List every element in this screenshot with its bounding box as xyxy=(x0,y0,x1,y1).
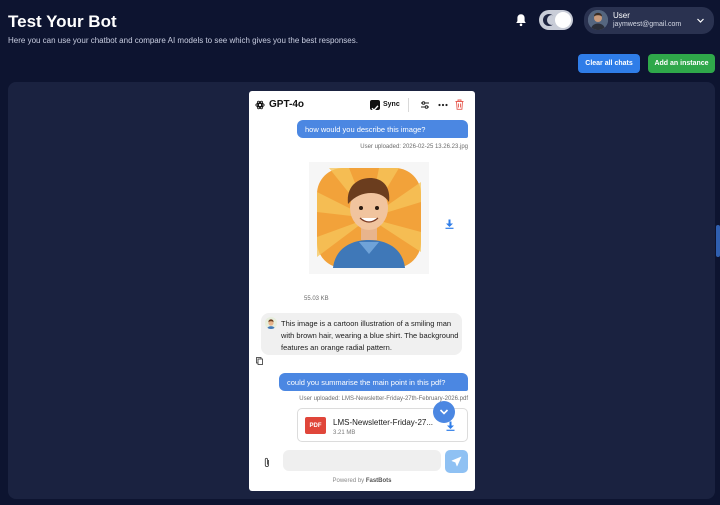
download-icon[interactable] xyxy=(445,219,454,229)
image-filesize: 55.03 KB xyxy=(304,296,329,302)
powered-by-brand[interactable]: FastBots xyxy=(366,478,392,484)
scrollbar[interactable] xyxy=(716,225,720,257)
user-menu[interactable]: User jaymwest@gmail.com xyxy=(584,7,714,34)
clear-all-chats-button[interactable]: Clear all chats xyxy=(578,54,640,73)
header-divider xyxy=(408,98,409,112)
send-icon xyxy=(451,456,462,467)
file-size: 3.21 MB xyxy=(333,430,356,436)
scroll-to-bottom-button[interactable] xyxy=(433,401,455,423)
message-input[interactable] xyxy=(283,450,441,471)
user-message: could you summarise the main point in th… xyxy=(279,373,468,391)
upload-meta: User uploaded: 2026-02-25 13.26.23.jpg xyxy=(360,144,468,150)
bot-avatar xyxy=(265,317,277,329)
copy-icon[interactable] xyxy=(256,357,263,365)
chevron-down-icon xyxy=(697,18,704,23)
user-name: User xyxy=(613,11,630,20)
file-name: LMS-Newsletter-Friday-27... xyxy=(333,418,434,427)
download-icon[interactable] xyxy=(446,421,455,431)
instance-header: GPT-4o Sync xyxy=(249,91,475,119)
theme-toggle[interactable] xyxy=(539,10,573,30)
openai-icon xyxy=(255,100,265,110)
sync-checkbox[interactable] xyxy=(370,100,380,112)
user-message: how would you describe this image? xyxy=(297,120,468,138)
more-icon[interactable] xyxy=(438,103,448,107)
bot-message-text: This image is a cartoon illustration of … xyxy=(281,319,459,352)
powered-by: Powered by FastBots xyxy=(249,478,475,484)
model-name[interactable]: GPT-4o xyxy=(269,99,304,110)
pdf-icon: PDF xyxy=(305,417,326,434)
trash-icon[interactable] xyxy=(455,99,464,110)
bot-message: This image is a cartoon illustration of … xyxy=(261,313,462,355)
chat-instance-card: GPT-4o Sync how would you describe this … xyxy=(249,91,475,491)
paperclip-icon[interactable] xyxy=(263,457,271,468)
send-button[interactable] xyxy=(445,450,468,473)
bell-icon[interactable] xyxy=(515,13,527,27)
sliders-icon[interactable] xyxy=(420,100,430,110)
powered-by-prefix: Powered by xyxy=(332,478,366,484)
moon-icon xyxy=(543,14,556,26)
page-title: Test Your Bot xyxy=(8,12,117,31)
arrow-down-icon xyxy=(439,409,449,415)
uploaded-image[interactable] xyxy=(309,162,429,274)
avatar xyxy=(588,10,608,30)
sync-label: Sync xyxy=(383,101,400,108)
toggle-knob xyxy=(555,12,571,28)
add-instance-button[interactable]: Add an instance xyxy=(648,54,715,73)
user-email: jaymwest@gmail.com xyxy=(613,21,682,28)
page-subtitle: Here you can use your chatbot and compar… xyxy=(8,36,358,45)
